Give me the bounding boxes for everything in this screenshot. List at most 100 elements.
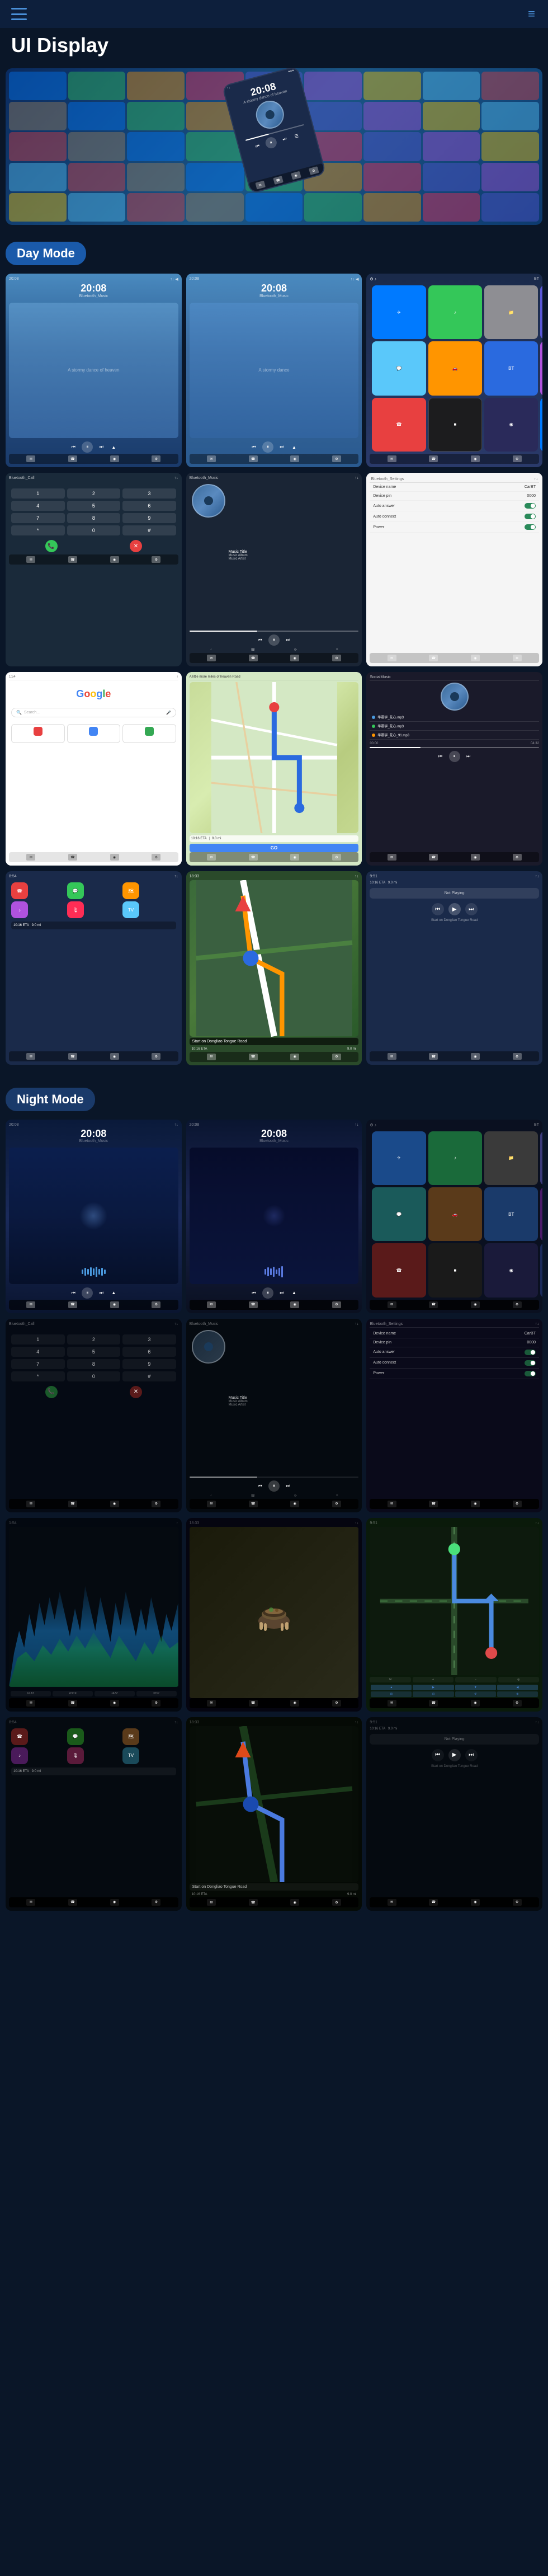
auto-answer-toggle[interactable] bbox=[525, 503, 536, 509]
music-artist-day: Music Artist bbox=[229, 557, 357, 561]
dmap-auto: ⚙ bbox=[332, 854, 341, 861]
night-settings-auto-answer: Auto answer bbox=[370, 1347, 539, 1358]
nset-auto: ⚙ bbox=[513, 1501, 522, 1507]
d1-auto: ⚙ bbox=[152, 455, 160, 462]
app-music: ♪ bbox=[428, 285, 482, 339]
dg-email: ✉ bbox=[26, 854, 35, 861]
night-eq-screen: 1:54↑ FLAT ROCK JAZZ POP ✉ ☎ ◉ ⚙ bbox=[6, 1518, 182, 1712]
nmap-zoom-out[interactable]: - bbox=[455, 1677, 496, 1682]
d1-phone: ☎ bbox=[68, 455, 77, 462]
nmap-auto: ⚙ bbox=[513, 1700, 522, 1707]
nnp-phone: ☎ bbox=[429, 1899, 438, 1906]
google-search-icon: 🔍 bbox=[16, 710, 22, 715]
nnp-gps: ◉ bbox=[471, 1899, 480, 1906]
app-files: 📁 bbox=[484, 285, 538, 339]
ncp-gps: ◉ bbox=[110, 1899, 119, 1906]
soc-next: ⏭ bbox=[465, 753, 473, 760]
dial-4: 4 bbox=[11, 501, 65, 511]
n2-play: ⏸ bbox=[262, 1287, 273, 1299]
night-music-screen-1: 20:08↑↓ 20:08 Bluetooth_Music bbox=[6, 1120, 182, 1313]
settings-auto-connect: Auto connect bbox=[370, 511, 539, 522]
nn-gps: ◉ bbox=[290, 1899, 299, 1906]
dcp-gps: ◉ bbox=[110, 1053, 119, 1060]
dial-8: 8 bbox=[67, 513, 121, 523]
social-track-2: 华晨宇_花心.mp3 bbox=[370, 722, 539, 731]
night-power-toggle[interactable] bbox=[525, 1371, 536, 1376]
music-title-night: Music Title bbox=[229, 1396, 357, 1400]
auto-icon: ⚙ bbox=[309, 166, 319, 175]
hamburger-icon[interactable] bbox=[11, 8, 27, 20]
night-app-3: 📁 bbox=[484, 1131, 538, 1185]
day-map-screen: A little more miles of heaven Road bbox=[186, 672, 362, 866]
google-shortcut-2: Gmail bbox=[67, 724, 121, 743]
page-title: UI Display bbox=[0, 28, 548, 68]
day-music-screen-1: 20:08↑↓ ◀ 20:08 Bluetooth_Music A stormy… bbox=[6, 274, 182, 467]
night-row-4: 8:54↑↓ ☎ 💬 🗺 ♪ 🎙 TV 10:16 ETA 9.0 mi ✉ ☎ bbox=[6, 1717, 542, 1911]
app-nav: 🗺 bbox=[540, 398, 542, 452]
email-icon: ✉ bbox=[255, 181, 266, 190]
eq-preset-2: ROCK bbox=[53, 1691, 93, 1696]
night-row-2: Bluetooth_Call↑↓ 1 2 3 4 5 6 7 8 9 * 0 # bbox=[6, 1319, 542, 1512]
na-gps: ◉ bbox=[471, 1301, 480, 1308]
day-music-screen-2: 20:08↑↓ ◀ 20:08 Bluetooth_Music A stormy… bbox=[186, 274, 362, 467]
nm1-auto: ⚙ bbox=[152, 1301, 160, 1308]
nav-icon[interactable]: ≡ bbox=[528, 7, 537, 21]
ncp-podcast: 🎙 bbox=[67, 1747, 84, 1764]
night-app-1: ✈ bbox=[372, 1131, 426, 1185]
night-not-playing-label: Not Playing bbox=[370, 1734, 539, 1745]
dial-hash: # bbox=[122, 525, 176, 535]
ncp-auto: ⚙ bbox=[152, 1899, 160, 1906]
food-image bbox=[190, 1527, 359, 1698]
night-app-7: BT bbox=[484, 1187, 538, 1241]
dial-1: 1 bbox=[11, 488, 65, 499]
app-dark1: ■ bbox=[428, 398, 482, 452]
music-title-day: Music Title bbox=[229, 550, 357, 554]
nm2-phone: ☎ bbox=[249, 1301, 258, 1308]
nset-gps: ◉ bbox=[471, 1501, 480, 1507]
nm-phone: ☎ bbox=[249, 1501, 258, 1507]
dm-play: ⏸ bbox=[268, 634, 280, 646]
nend-btn: ✕ bbox=[130, 1386, 142, 1398]
dcp-auto: ⚙ bbox=[152, 1053, 160, 1060]
d2-next: ⏭ bbox=[278, 443, 286, 451]
auto-connect-toggle[interactable] bbox=[525, 514, 536, 519]
nm2-email: ✉ bbox=[207, 1301, 216, 1308]
settings-auto-answer: Auto answer bbox=[370, 501, 539, 511]
google-shortcut-1: YouTube bbox=[11, 724, 65, 743]
day-row-2: Bluetooth_Call↑↓ 1 2 3 4 5 6 7 8 9 * 0 # bbox=[6, 473, 542, 666]
night-mode-badge: Night Mode bbox=[6, 1088, 95, 1111]
cp-messages: 💬 bbox=[67, 882, 84, 899]
prev-icon: ⏮ bbox=[253, 142, 262, 151]
neq-phone: ☎ bbox=[68, 1700, 77, 1707]
ndial-5: 5 bbox=[67, 1347, 121, 1357]
hero-section: ↑↓ ●●● 20:08 A stormy dance of heaven ⏮ … bbox=[6, 68, 542, 225]
google-search-placeholder[interactable]: Search... bbox=[24, 711, 164, 714]
nm1-phone: ☎ bbox=[68, 1301, 77, 1308]
night-row-1: 20:08↑↓ 20:08 Bluetooth_Music bbox=[6, 1120, 542, 1313]
np-next: ⏭ bbox=[465, 903, 478, 915]
app-telegram: ✈ bbox=[372, 285, 426, 339]
np-prev: ⏮ bbox=[432, 903, 444, 915]
day-call-screen: Bluetooth_Call↑↓ 1 2 3 4 5 6 7 8 9 * 0 # bbox=[6, 473, 182, 666]
night-auto-connect-toggle[interactable] bbox=[525, 1360, 536, 1366]
dc-auto: ⚙ bbox=[152, 556, 160, 563]
d1-play: ⏸ bbox=[82, 441, 93, 453]
power-toggle[interactable] bbox=[525, 524, 536, 530]
nnp-prev: ⏮ bbox=[432, 1749, 444, 1761]
d2-prev: ⏮ bbox=[250, 443, 258, 451]
nmap-center: ◎ bbox=[498, 1677, 539, 1682]
d2-gps: ◉ bbox=[290, 455, 299, 462]
dn-phone: ☎ bbox=[249, 1054, 258, 1060]
ds-email: ✉ bbox=[388, 655, 396, 661]
music-artist-night: Music Artist bbox=[229, 1403, 357, 1407]
phone-icon: ☎ bbox=[273, 176, 284, 185]
night-auto-answer-toggle[interactable] bbox=[525, 1350, 536, 1355]
ndial-6: 6 bbox=[122, 1347, 176, 1357]
da-email: ✉ bbox=[388, 455, 396, 462]
nmap-zoom-in[interactable]: + bbox=[413, 1677, 453, 1682]
not-playing-label: Not Playing bbox=[370, 888, 539, 899]
dmap-gps: ◉ bbox=[290, 854, 299, 861]
nmap-route-1: ▲ bbox=[371, 1685, 412, 1690]
ndial-hash: # bbox=[122, 1371, 176, 1381]
go-button[interactable]: GO bbox=[190, 844, 359, 852]
